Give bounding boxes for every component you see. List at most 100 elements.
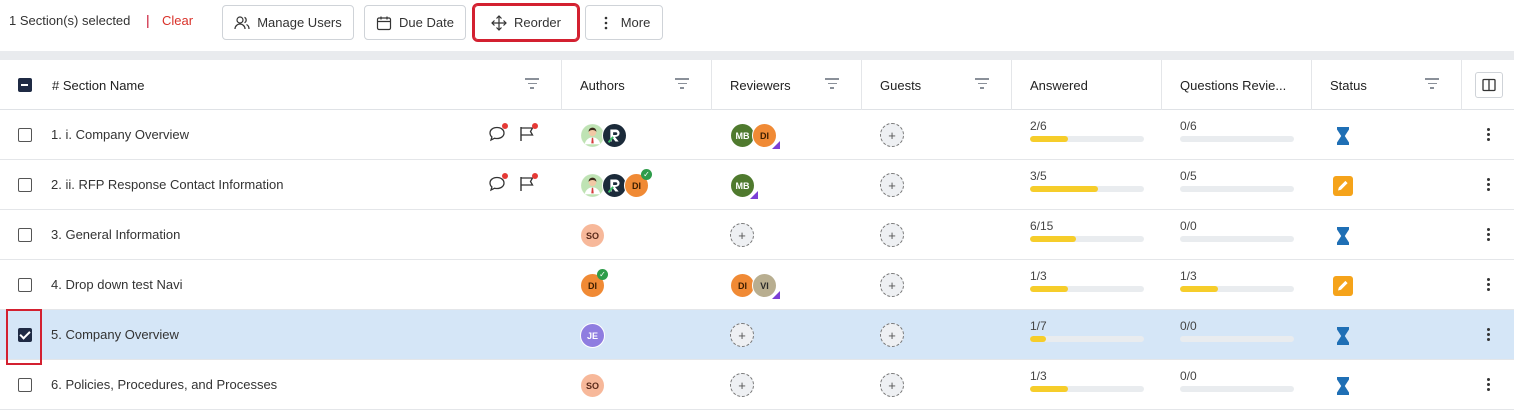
user-avatar-so[interactable]: SO (580, 373, 605, 398)
filter-icon[interactable] (975, 78, 989, 90)
row-actions-icon[interactable] (1480, 377, 1496, 395)
progress-fill (1030, 286, 1068, 292)
hourglass-status-icon[interactable] (1332, 125, 1354, 147)
section-name[interactable]: 4. Drop down test Navi (51, 277, 183, 292)
table-row[interactable]: 4. Drop down test Navi DI DI VI +1/3 1/3 (0, 260, 1514, 310)
row-checkbox[interactable] (18, 228, 32, 242)
table-row[interactable]: 2. ii. RFP Response Contact Information D… (0, 160, 1514, 210)
header-guests: Guests (862, 60, 1012, 110)
notification-dot (532, 173, 538, 179)
plus-icon: + (888, 227, 896, 243)
filter-icon[interactable] (525, 78, 539, 90)
reviewed-count: 0/0 (1180, 369, 1197, 383)
section-number: 5. (51, 327, 62, 342)
comment-icon[interactable] (488, 123, 508, 143)
table-row[interactable]: 1. i. Company Overview MB DI +2/6 0/6 (0, 110, 1514, 160)
toolbar-separator: | (146, 12, 150, 28)
comment-icon[interactable] (488, 173, 508, 193)
filter-icon[interactable] (1425, 78, 1439, 90)
progress-fill (1030, 236, 1076, 242)
select-all-checkbox[interactable] (18, 78, 32, 92)
answered-progress: 2/6 (1030, 119, 1150, 142)
reviewed-progress: 0/0 (1180, 219, 1300, 242)
table-row[interactable]: 3. General Information SO + +6/15 0/0 (0, 210, 1514, 260)
user-avatar-vi[interactable]: VI (752, 273, 780, 299)
flag-icon[interactable] (518, 123, 538, 143)
progress-track (1030, 186, 1144, 192)
reorder-button[interactable]: Reorder (472, 3, 580, 42)
edit-status-icon[interactable] (1332, 275, 1354, 297)
toolbar-divider (0, 51, 1514, 60)
reviewers-cell: + (730, 223, 754, 247)
avatar-initials: SO (585, 230, 599, 241)
edit-status-icon[interactable] (1332, 175, 1354, 197)
section-name[interactable]: 3. General Information (51, 227, 180, 242)
row-actions-icon[interactable] (1480, 177, 1496, 195)
toolbar: 1 Section(s) selected | Clear Manage Use… (0, 0, 1514, 50)
manage-users-button[interactable]: Manage Users (222, 5, 354, 40)
author-avatar[interactable] (602, 123, 627, 148)
plus-icon: + (888, 377, 896, 393)
section-number: 3. (51, 227, 62, 242)
users-icon (234, 15, 250, 29)
answered-progress: 3/5 (1030, 169, 1150, 192)
plus-icon: + (888, 327, 896, 343)
user-avatar-je[interactable]: JE (580, 323, 605, 348)
due-date-button[interactable]: Due Date (364, 5, 466, 40)
reviewed-count: 0/0 (1180, 319, 1197, 333)
header-authors-label: Authors (580, 77, 625, 93)
filter-icon[interactable] (825, 78, 839, 90)
filter-icon[interactable] (675, 78, 689, 90)
answered-count: 1/7 (1030, 319, 1047, 333)
add-guest-button[interactable]: + (880, 273, 904, 297)
guests-cell: + (880, 323, 904, 347)
add-guest-button[interactable]: + (880, 123, 904, 147)
flag-icon[interactable] (518, 173, 538, 193)
row-checkbox[interactable] (18, 278, 32, 292)
user-avatar-di[interactable]: DI (752, 123, 780, 149)
section-name[interactable]: 5. Company Overview (51, 327, 179, 342)
hourglass-status-icon[interactable] (1332, 325, 1354, 347)
progress-fill (1030, 186, 1099, 192)
reviewers-cell: DI VI (730, 273, 780, 299)
section-number: 1. (51, 127, 62, 142)
notification-dot (502, 173, 508, 179)
add-guest-button[interactable]: + (880, 223, 904, 247)
section-name[interactable]: 2. ii. RFP Response Contact Information (51, 177, 283, 192)
hourglass-status-icon[interactable] (1332, 225, 1354, 247)
row-checkbox[interactable] (18, 378, 32, 392)
r-logo-icon (603, 124, 626, 147)
header-guests-label: Guests (880, 77, 922, 93)
row-checkbox[interactable] (18, 128, 32, 142)
row-actions-icon[interactable] (1480, 227, 1496, 245)
table-row[interactable]: 5. Company Overview JE + +1/7 0/0 (0, 310, 1514, 360)
row-actions-icon[interactable] (1480, 127, 1496, 145)
table-row[interactable]: 6. Policies, Procedures, and Processes SO… (0, 360, 1514, 410)
avatar-initials: DI (760, 130, 769, 141)
section-name[interactable]: 6. Policies, Procedures, and Processes (51, 377, 277, 392)
add-guest-button[interactable]: + (880, 323, 904, 347)
user-avatar-di[interactable]: DI (580, 269, 608, 298)
progress-track (1180, 236, 1294, 242)
row-checkbox[interactable] (18, 178, 32, 192)
clear-selection-link[interactable]: Clear (162, 13, 193, 28)
add-guest-button[interactable]: + (880, 373, 904, 397)
section-name[interactable]: 1. i. Company Overview (51, 127, 189, 142)
add-reviewer-button[interactable]: + (730, 373, 754, 397)
more-label: More (620, 15, 651, 30)
more-button[interactable]: More (585, 5, 663, 40)
section-number: 6. (51, 377, 62, 392)
row-actions-icon[interactable] (1480, 327, 1496, 345)
add-reviewer-button[interactable]: + (730, 223, 754, 247)
hourglass-status-icon[interactable] (1332, 375, 1354, 397)
column-settings-button[interactable] (1475, 72, 1503, 98)
user-avatar-di[interactable]: DI (624, 169, 652, 198)
avatar-initials: JE (586, 330, 598, 341)
add-guest-button[interactable]: + (880, 173, 904, 197)
user-avatar-mb[interactable]: MB (730, 173, 758, 199)
add-reviewer-button[interactable]: + (730, 323, 754, 347)
plus-icon: + (738, 327, 746, 343)
answered-count: 2/6 (1030, 119, 1047, 133)
user-avatar-so[interactable]: SO (580, 223, 605, 248)
row-actions-icon[interactable] (1480, 277, 1496, 295)
